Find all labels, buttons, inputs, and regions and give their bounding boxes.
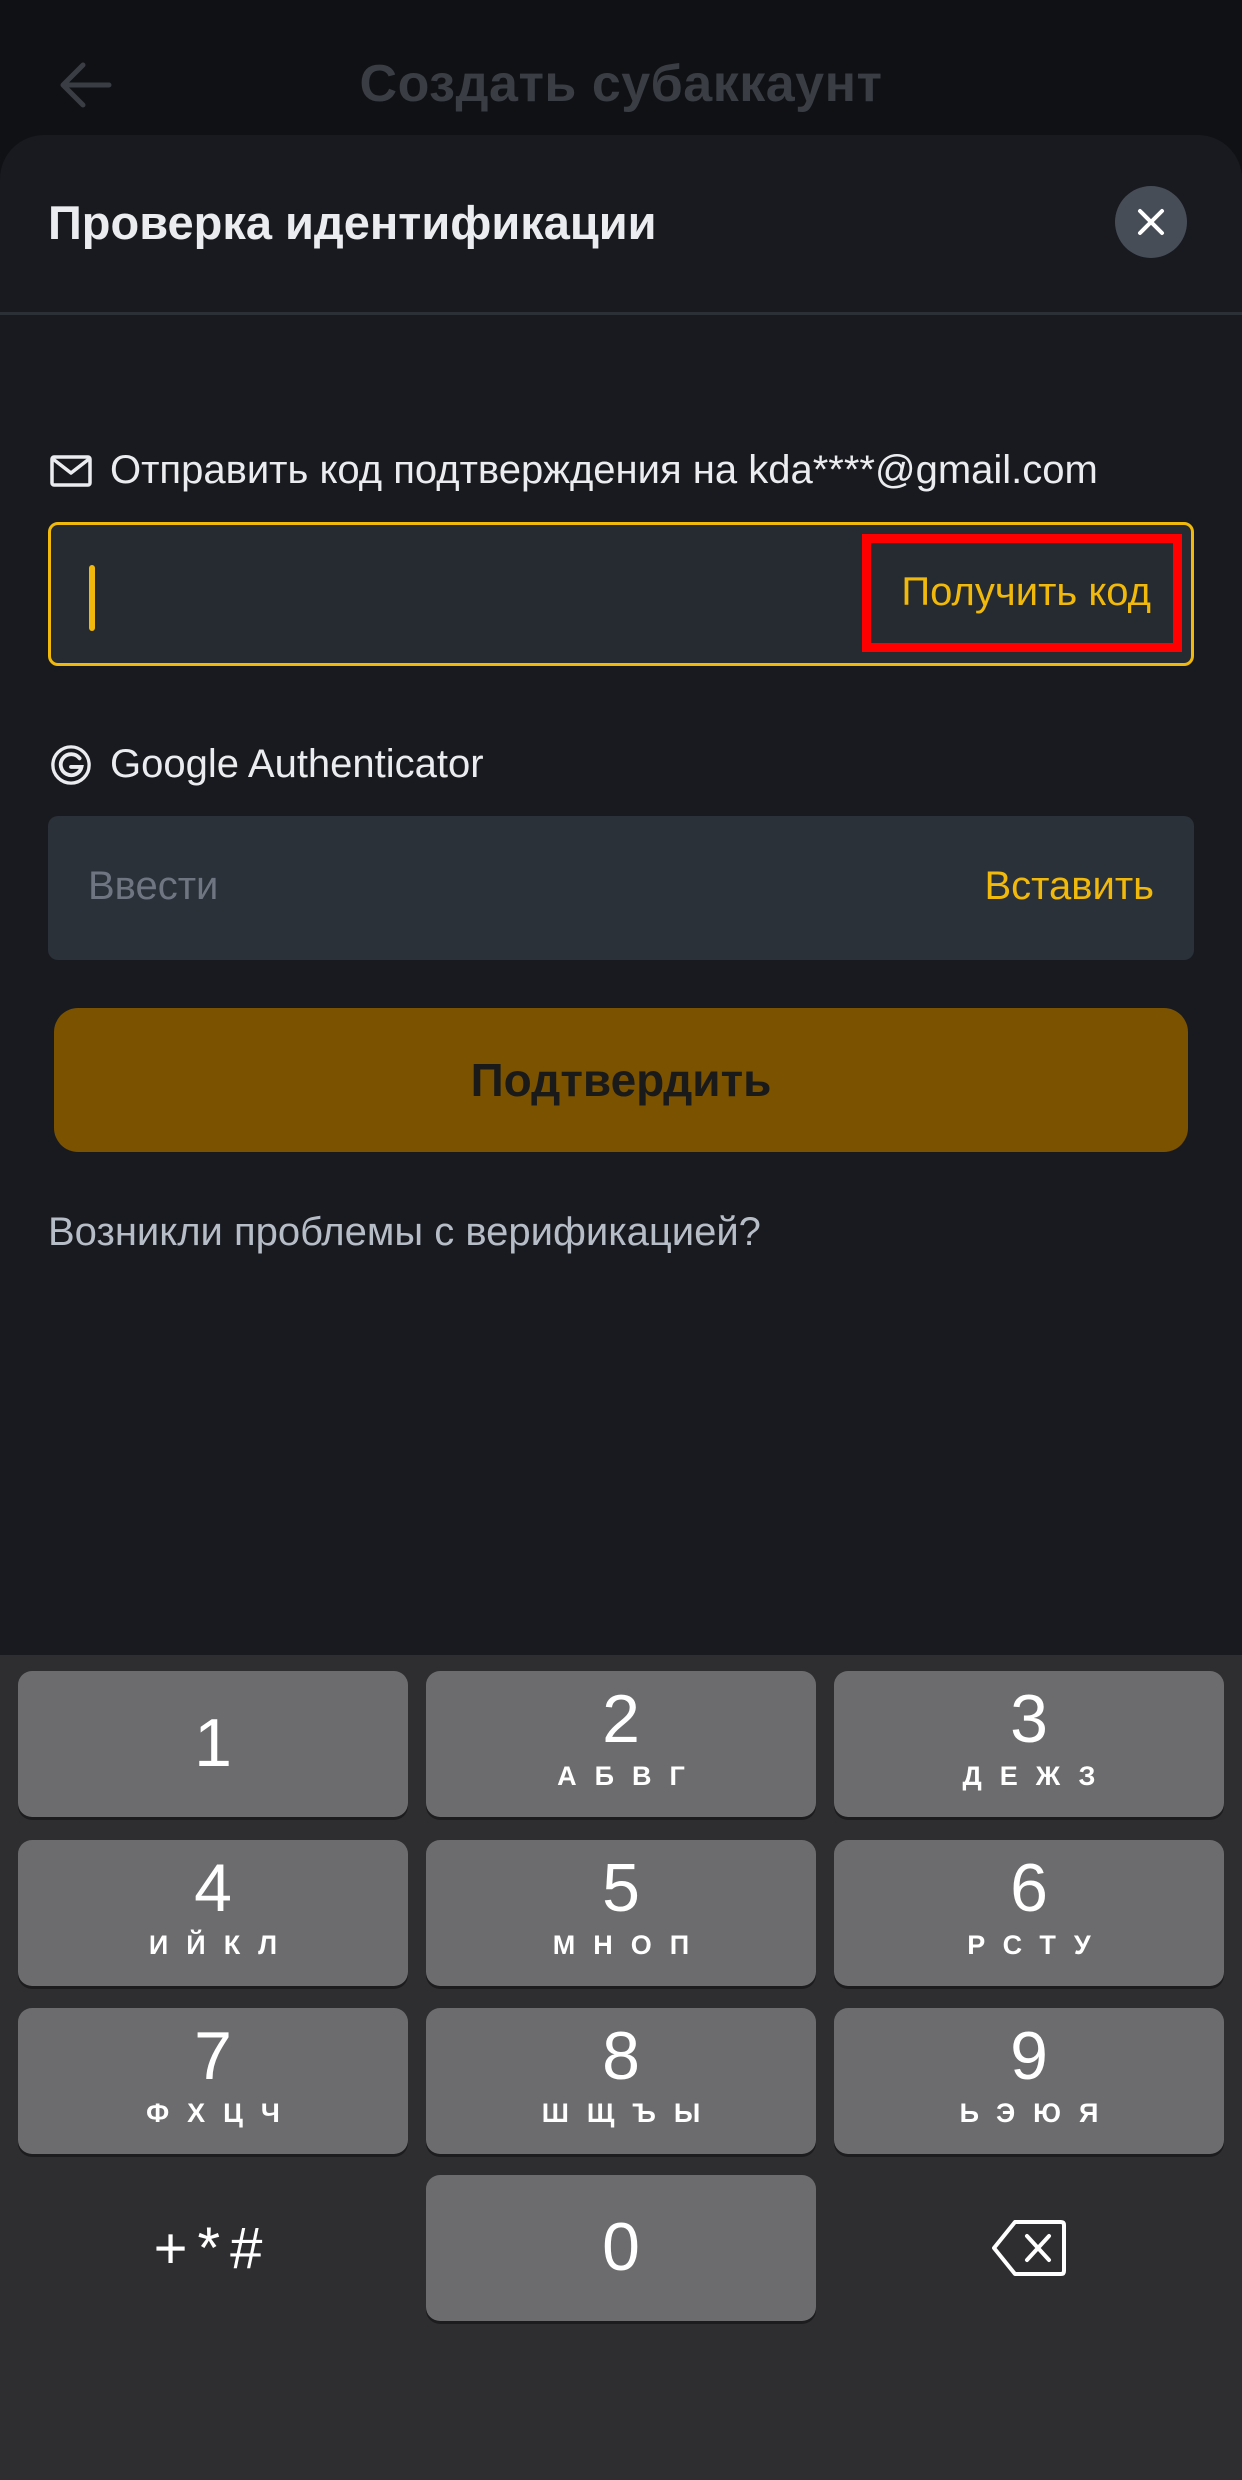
key-9[interactable]: 9 ЬЭЮЯ [834, 2008, 1224, 2154]
key-0[interactable]: 0 [426, 2175, 816, 2321]
numeric-keyboard: 1 2 АБВГ 3 ДЕЖЗ 4 ИЙКЛ 5 МНОП 6 РСТУ 7 Ф… [0, 1655, 1242, 2480]
key-letters: ШЩЪЫ [541, 2098, 719, 2128]
key-letters: ЬЭЮЯ [959, 2098, 1117, 2128]
key-digit: 3 [1010, 1681, 1048, 1757]
key-2[interactable]: 2 АБВГ [426, 1671, 816, 1817]
google-authenticator-icon [50, 744, 92, 786]
backspace-key[interactable] [834, 2175, 1224, 2321]
key-digit: 5 [602, 1850, 640, 1926]
key-letters: ФХЦЧ [146, 2098, 298, 2128]
key-letters: РСТУ [967, 1930, 1109, 1960]
key-digit: 2 [602, 1681, 640, 1757]
key-letters: МНОП [552, 1930, 708, 1960]
authenticator-placeholder: Ввести [88, 864, 219, 908]
key-digit: 7 [194, 2018, 232, 2094]
backspace-icon [992, 2220, 1066, 2276]
email-label-text: Отправить код подтверждения на kda****@g… [110, 448, 1098, 492]
close-icon [1138, 209, 1164, 235]
key-digit: 6 [1010, 1850, 1048, 1926]
authenticator-label-text: Google Authenticator [110, 742, 484, 786]
key-letters: ИЙКЛ [148, 1930, 296, 1960]
close-button[interactable] [1115, 186, 1187, 258]
confirm-button[interactable]: Подтвердить [54, 1008, 1188, 1152]
screen: Создать субаккаунт Проверка идентификаци… [0, 0, 1242, 2480]
sheet-title: Проверка идентификации [48, 196, 657, 249]
background-title: Создать субаккаунт [359, 55, 883, 113]
email-field-label: Отправить код подтверждения на kda****@g… [50, 448, 1098, 493]
key-digit: 4 [194, 1850, 232, 1926]
key-letters: АБВГ [557, 1761, 703, 1791]
key-digit: 1 [194, 1705, 232, 1781]
symbols-label: +*# [153, 2215, 273, 2281]
back-arrow-icon[interactable] [50, 50, 120, 120]
authenticator-code-input[interactable]: Ввести Вставить [48, 816, 1194, 960]
text-caret [89, 565, 95, 631]
symbols-key[interactable]: +*# [18, 2175, 408, 2321]
key-letters: ДЕЖЗ [962, 1761, 1114, 1791]
key-4[interactable]: 4 ИЙКЛ [18, 1840, 408, 1986]
key-5[interactable]: 5 МНОП [426, 1840, 816, 1986]
key-digit: 0 [602, 2209, 640, 2285]
paste-button[interactable]: Вставить [984, 864, 1154, 909]
verification-problem-link[interactable]: Возникли проблемы с верификацией? [48, 1210, 761, 1255]
key-digit: 9 [1010, 2018, 1048, 2094]
sheet-header: Проверка идентификации [0, 135, 1242, 315]
key-7[interactable]: 7 ФХЦЧ [18, 2008, 408, 2154]
key-8[interactable]: 8 ШЩЪЫ [426, 2008, 816, 2154]
highlight-box [862, 534, 1182, 652]
authenticator-field-label: Google Authenticator [50, 742, 484, 787]
key-6[interactable]: 6 РСТУ [834, 1840, 1224, 1986]
key-digit: 8 [602, 2018, 640, 2094]
mail-icon [50, 450, 92, 492]
key-1[interactable]: 1 [18, 1671, 408, 1817]
key-3[interactable]: 3 ДЕЖЗ [834, 1671, 1224, 1817]
